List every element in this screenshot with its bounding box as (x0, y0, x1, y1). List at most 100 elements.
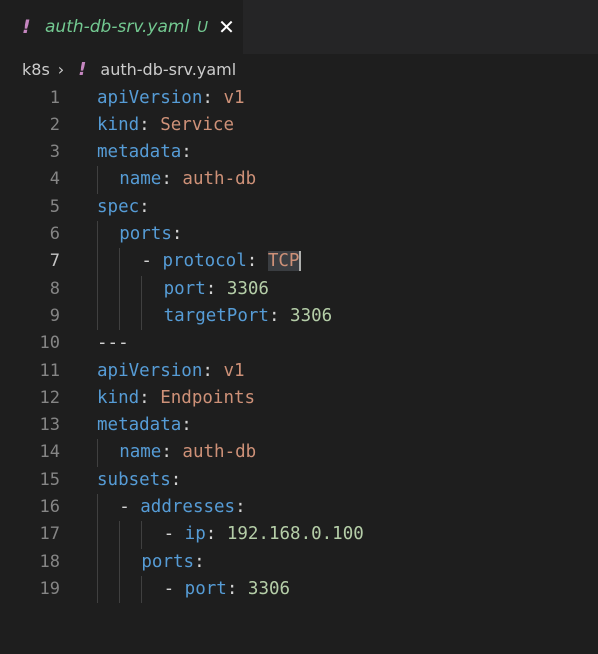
code-token: Endpoints (160, 387, 256, 408)
indent-guide (97, 166, 98, 194)
code-line[interactable]: 5 spec: (0, 194, 598, 221)
line-code: apiVersion: v1 (97, 85, 245, 112)
code-token: metadata (97, 142, 182, 163)
line-number: 13 (39, 415, 60, 436)
indent-guide (97, 494, 98, 604)
line-number: 10 (39, 333, 60, 354)
code-line[interactable]: 16 - addresses: (0, 494, 598, 521)
line-code: spec: (97, 194, 150, 221)
breadcrumb: k8s › ! auth-db-srv.yaml (0, 54, 598, 84)
breadcrumb-file[interactable]: auth-db-srv.yaml (100, 60, 236, 79)
code-token: - (119, 497, 141, 517)
breadcrumb-folder[interactable]: k8s (22, 60, 50, 79)
line-code: port: 3306 (164, 276, 269, 303)
code-token: : (181, 142, 192, 163)
code-token: 3306 (226, 278, 269, 299)
line-code: kind: Endpoints (97, 385, 255, 412)
code-line[interactable]: 19 - port: 3306 (0, 576, 598, 603)
code-token: port (163, 278, 206, 299)
code-token: : (235, 497, 246, 517)
code-line[interactable]: 10 --- (0, 330, 598, 357)
line-number: 18 (39, 551, 60, 572)
code-line[interactable]: 3 metadata: (0, 139, 598, 166)
code-token: : (246, 251, 268, 272)
close-icon[interactable]: ✕ (218, 17, 235, 37)
yaml-file-icon: ! (78, 58, 87, 80)
line-code: - protocol: TCP (141, 248, 302, 275)
yaml-file-icon: ! (22, 16, 31, 38)
code-line[interactable]: 4 name: auth-db (0, 166, 598, 193)
code-line[interactable]: 11 apiVersion: v1 (0, 358, 598, 385)
code-token: port (184, 578, 227, 599)
chevron-right-icon: › (57, 59, 65, 79)
line-code: - port: 3306 (164, 576, 290, 603)
code-token: : (139, 196, 150, 217)
code-token: : (170, 469, 182, 490)
code-line[interactable]: 17 - ip: 192.168.0.100 (0, 521, 598, 548)
code-line[interactable]: 8 port: 3306 (0, 276, 598, 303)
code-line[interactable]: 14 name: auth-db (0, 439, 598, 466)
line-code: --- (97, 330, 129, 357)
code-token: - (141, 251, 163, 272)
code-token: ports (141, 551, 195, 572)
line-number: 1 (49, 87, 60, 108)
indent-guide (141, 575, 143, 604)
code-token: metadata (97, 415, 182, 436)
code-token: ip (184, 524, 206, 545)
code-line[interactable]: 9 targetPort: 3306 (0, 303, 598, 330)
code-token: auth-db (182, 169, 257, 190)
code-token: 192.168.0.100 (226, 524, 364, 545)
line-code: name: auth-db (119, 166, 256, 193)
line-code: kind: Service (97, 112, 234, 139)
line-number: 9 (49, 305, 60, 326)
code-line[interactable]: 12 kind: Endpoints (0, 385, 598, 412)
code-line[interactable]: 13 metadata: (0, 412, 598, 439)
untracked-badge: U (197, 18, 209, 36)
code-line[interactable]: 2 kind: Service (0, 112, 598, 139)
code-line[interactable]: 6 ports: (0, 221, 598, 248)
indent-guide (119, 248, 121, 331)
code-token: : (194, 551, 205, 572)
code-token: : (171, 224, 183, 244)
line-code: metadata: (97, 139, 192, 166)
line-number: 8 (49, 278, 60, 299)
line-number: 3 (49, 142, 60, 163)
code-token: Service (160, 114, 234, 135)
line-code: targetPort: 3306 (164, 303, 333, 330)
code-token: : (226, 578, 248, 599)
code-token: : (161, 169, 183, 190)
code-editor[interactable]: 1 apiVersion: v1 2 kind: Service 3 metadata: 4… (0, 84, 598, 654)
code-token: TCP (267, 251, 300, 272)
code-token: spec (97, 196, 140, 217)
code-token: : (139, 114, 161, 135)
line-code: name: auth-db (119, 439, 256, 466)
line-code: ports: (119, 221, 182, 248)
line-number: 17 (39, 524, 60, 545)
line-number: 14 (39, 442, 60, 463)
code-token: v1 (223, 360, 245, 381)
code-token: --- (97, 333, 129, 354)
code-line[interactable]: 18 ports: (0, 549, 598, 576)
code-token: kind (97, 387, 140, 408)
tab-auth-db-srv-yaml[interactable]: ! auth-db-srv.yaml U ✕ (0, 0, 243, 54)
indent-guide (97, 221, 98, 331)
code-token: - (163, 524, 185, 545)
code-line[interactable]: 7 - protocol: TCP (0, 248, 598, 275)
indent-guide (97, 439, 98, 467)
code-token: apiVersion (97, 360, 203, 381)
indent-guide (141, 275, 143, 331)
code-token: name (119, 442, 162, 463)
line-code: - ip: 192.168.0.100 (164, 521, 364, 548)
line-number: 4 (49, 169, 60, 190)
line-code: subsets: (97, 467, 181, 494)
line-number: 16 (39, 497, 60, 517)
code-token: subsets (97, 469, 171, 490)
line-number: 5 (49, 196, 60, 217)
line-code: ports: (141, 549, 204, 576)
code-line[interactable]: 1 apiVersion: v1 (0, 85, 598, 112)
code-token: targetPort (163, 305, 269, 326)
code-token: : (268, 305, 291, 326)
code-token: : (161, 442, 183, 463)
code-line[interactable]: 15 subsets: (0, 467, 598, 494)
code-token: 3306 (247, 578, 291, 599)
